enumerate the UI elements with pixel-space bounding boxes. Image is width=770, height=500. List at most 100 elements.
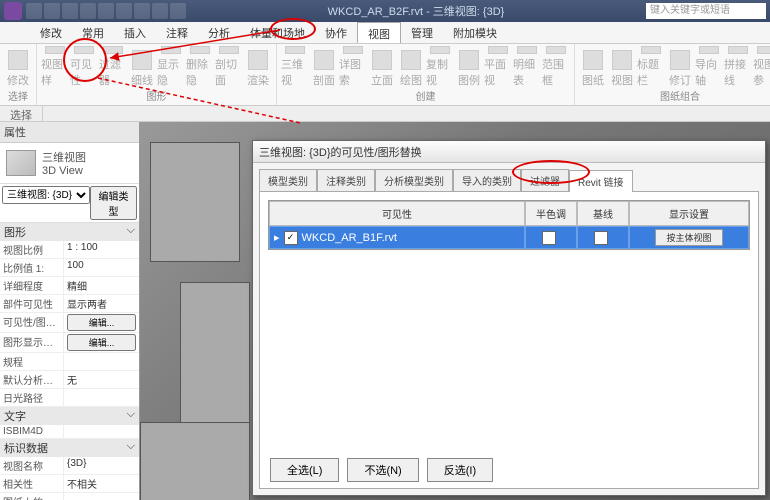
ribbon-tool[interactable]: 渲染: [244, 46, 272, 88]
ribbon-group-label: 图形: [41, 88, 272, 103]
ribbon-tool[interactable]: 图例: [455, 46, 483, 88]
props-row[interactable]: 默认分析显示样式无: [0, 371, 139, 389]
props-section[interactable]: 标识数据⌵: [0, 439, 139, 457]
qat-icon[interactable]: [44, 3, 60, 19]
props-row[interactable]: 视图比例1 : 100: [0, 241, 139, 259]
dialog-tab[interactable]: 过滤器: [521, 169, 569, 191]
optionbar-label: 选择: [0, 106, 43, 121]
ribbon-tool[interactable]: 细线: [128, 46, 156, 88]
tool-icon: [670, 50, 690, 70]
dialog-tab[interactable]: Revit 链接: [569, 170, 633, 192]
halftone-checkbox[interactable]: [542, 231, 556, 245]
dialog-tab[interactable]: 模型类别: [259, 169, 317, 191]
tool-icon: [488, 46, 508, 54]
ribbon-tool[interactable]: 视图样: [41, 46, 69, 88]
ribbon-tool[interactable]: 明细表: [513, 46, 541, 88]
ribbon-tool[interactable]: 剖切面: [215, 46, 243, 88]
menu-注释[interactable]: 注释: [156, 22, 198, 43]
ribbon-tool[interactable]: 平面视: [484, 46, 512, 88]
ribbon-tool[interactable]: 视图参: [753, 46, 770, 88]
dialog-tab[interactable]: 注释类别: [317, 169, 375, 191]
link-row[interactable]: ▸✓WKCD_AR_B1F.rvt 按主体视图: [269, 226, 749, 249]
props-row[interactable]: 视图名称{3D}: [0, 457, 139, 475]
grid-header-halftone: 半色调: [525, 201, 577, 226]
select-none-button[interactable]: 不选(N): [347, 458, 418, 482]
ribbon-tool[interactable]: 显示隐: [157, 46, 185, 88]
ribbon-tool[interactable]: 范围框: [542, 46, 570, 88]
ribbon-tool[interactable]: 导向轴: [695, 46, 723, 88]
ribbon-tool[interactable]: 绘图: [397, 46, 425, 88]
tool-icon: [430, 46, 450, 54]
ribbon-tool[interactable]: 复制视: [426, 46, 454, 88]
props-row[interactable]: ISBIM4D: [0, 425, 139, 439]
menu-分析[interactable]: 分析: [198, 22, 240, 43]
window-title: WKCD_AR_B2F.rvt - 三维视图: {3D}: [186, 3, 646, 19]
ribbon-tool[interactable]: 修改: [4, 46, 32, 88]
menu-插入[interactable]: 插入: [114, 22, 156, 43]
props-row[interactable]: 比例值 1:100: [0, 259, 139, 277]
edit-type-button[interactable]: 编辑类型: [90, 186, 137, 220]
tool-icon: [190, 46, 210, 54]
menu-协作[interactable]: 协作: [315, 22, 357, 43]
edit-button[interactable]: 编辑...: [67, 314, 136, 331]
dialog-tab[interactable]: 分析模型类别: [375, 169, 453, 191]
search-input[interactable]: 键入关键字或短语: [646, 3, 766, 19]
qat-icon[interactable]: [152, 3, 168, 19]
ribbon-tool[interactable]: 过滤器: [99, 46, 127, 88]
ribbon-tool[interactable]: 修订: [666, 46, 694, 88]
revit-logo: [4, 2, 22, 20]
properties-header: 属性: [0, 122, 139, 143]
viewtype-sub: 3D View: [42, 165, 86, 177]
tool-icon: [248, 50, 268, 70]
ribbon-tool[interactable]: 删除隐: [186, 46, 214, 88]
props-section[interactable]: 图形⌵: [0, 223, 139, 241]
edit-button[interactable]: 编辑...: [67, 334, 136, 351]
menu-视图[interactable]: 视图: [357, 22, 401, 43]
menu-修改[interactable]: 修改: [30, 22, 72, 43]
props-section[interactable]: 文字⌵: [0, 407, 139, 425]
qat-icon[interactable]: [134, 3, 150, 19]
menu-附加模块[interactable]: 附加模块: [443, 22, 507, 43]
ribbon-tool[interactable]: 标题栏: [637, 46, 665, 88]
ribbon-tool[interactable]: 三维视: [281, 46, 309, 88]
tool-icon: [728, 46, 748, 54]
ribbon-tool[interactable]: 详图索: [339, 46, 367, 88]
underlay-checkbox[interactable]: [594, 231, 608, 245]
menu-管理[interactable]: 管理: [401, 22, 443, 43]
qat-icon[interactable]: [80, 3, 96, 19]
ribbon-tool[interactable]: 拼接线: [724, 46, 752, 88]
qat-icon[interactable]: [98, 3, 114, 19]
ribbon-tool[interactable]: 剖面: [310, 46, 338, 88]
tool-icon: [103, 46, 123, 54]
props-row[interactable]: 相关性不相关: [0, 475, 139, 493]
ribbon-tool[interactable]: 可见性: [70, 46, 98, 88]
view-combo[interactable]: 三维视图: {3D}: [2, 186, 90, 204]
select-all-button[interactable]: 全选(L): [270, 458, 339, 482]
ribbon-tool[interactable]: 立面: [368, 46, 396, 88]
props-row[interactable]: 日光路径: [0, 389, 139, 407]
props-row[interactable]: 部件可见性显示两者: [0, 295, 139, 313]
dialog-title: 三维视图: {3D}的可见性/图形替换: [253, 141, 765, 163]
display-settings-button[interactable]: 按主体视图: [655, 229, 722, 246]
ribbon-tool[interactable]: 图纸: [579, 46, 607, 88]
qat-icon[interactable]: [62, 3, 78, 19]
tool-icon: [401, 50, 421, 70]
invert-button[interactable]: 反选(I): [427, 458, 493, 482]
props-row[interactable]: 图纸上的标题: [0, 493, 139, 500]
menu-体量和场地[interactable]: 体量和场地: [240, 22, 315, 43]
props-row[interactable]: 可见性/图形替换编辑...: [0, 313, 139, 333]
cube-icon: [6, 150, 36, 176]
qat-icon[interactable]: [170, 3, 186, 19]
props-row[interactable]: 图形显示选项编辑...: [0, 333, 139, 353]
qat-icon[interactable]: [26, 3, 42, 19]
props-row[interactable]: 详细程度精细: [0, 277, 139, 295]
dialog-tab[interactable]: 导入的类别: [453, 169, 521, 191]
props-row[interactable]: 规程: [0, 353, 139, 371]
menu-常用[interactable]: 常用: [72, 22, 114, 43]
qat-icon[interactable]: [116, 3, 132, 19]
tool-icon: [285, 46, 305, 54]
ribbon-tool[interactable]: 视图: [608, 46, 636, 88]
view-type-selector[interactable]: 三维视图 3D View: [0, 143, 139, 184]
row-checkbox[interactable]: ✓: [284, 231, 298, 245]
tool-icon: [132, 50, 152, 70]
